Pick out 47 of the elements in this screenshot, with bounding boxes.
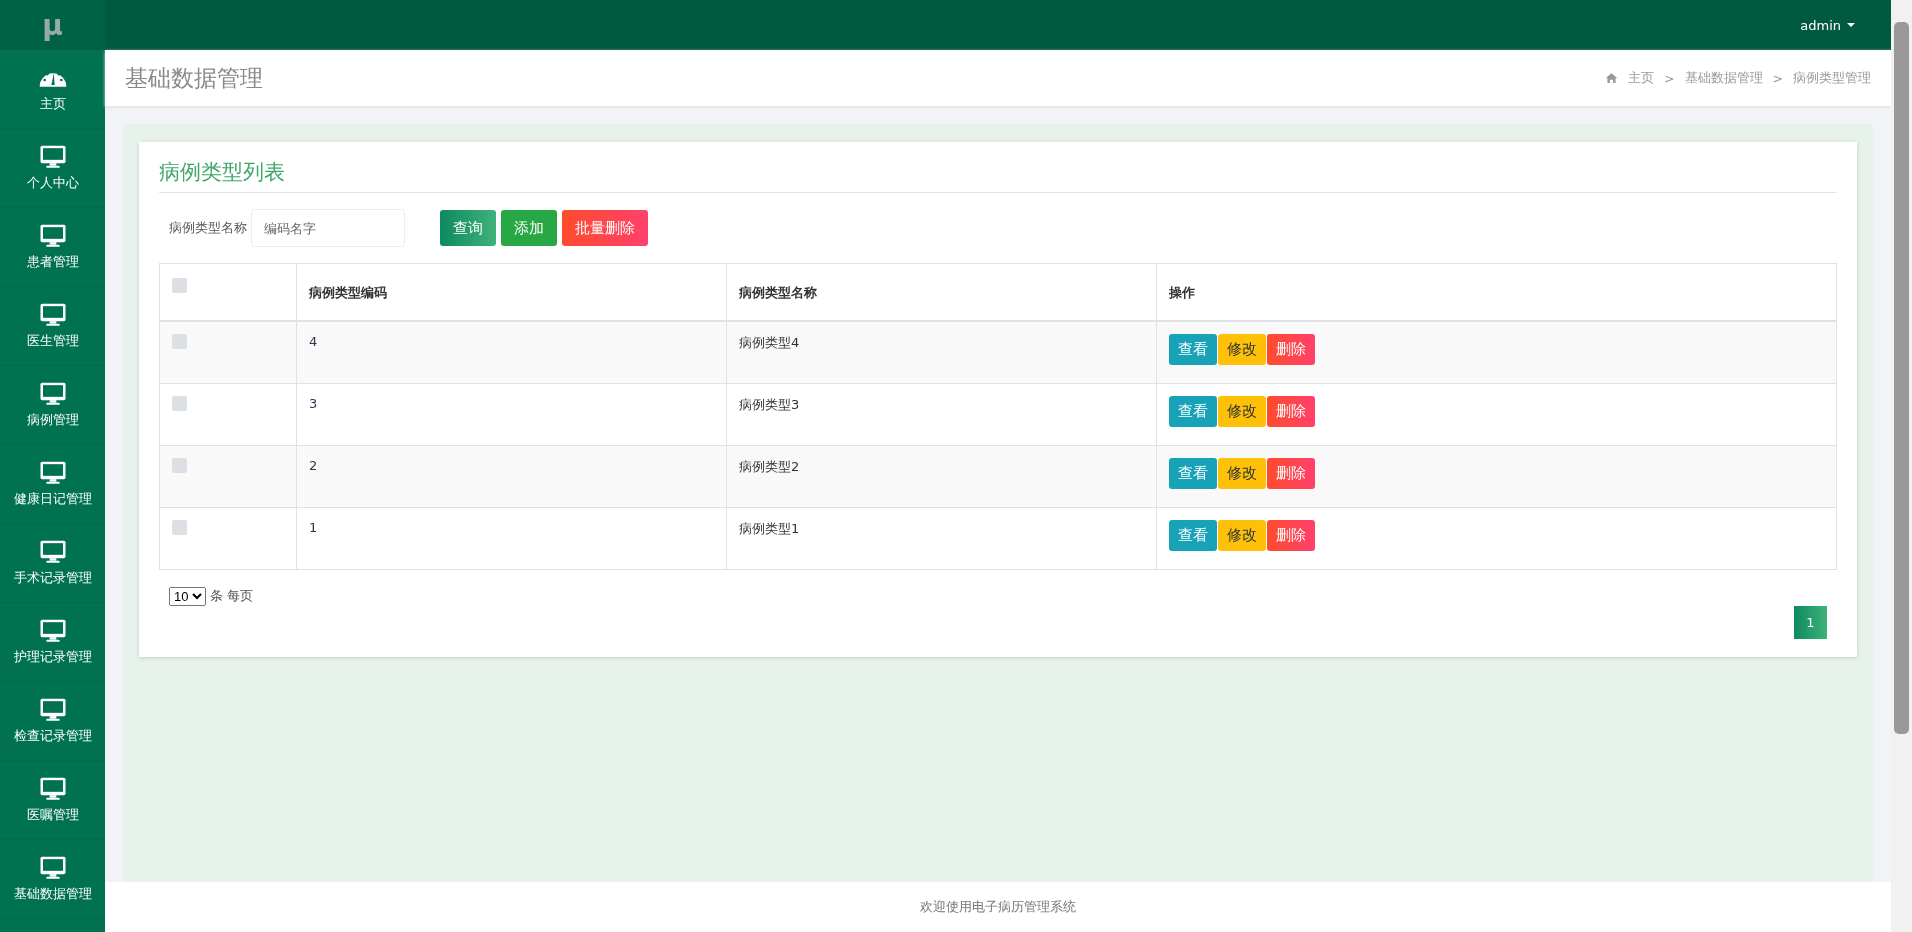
edit-button[interactable]: 修改 xyxy=(1218,520,1266,551)
table-cell: 病例类型3 xyxy=(726,383,1157,446)
breadcrumb-separator: > xyxy=(1772,70,1783,86)
footer-text: 欢迎使用电子病历管理系统 xyxy=(920,898,1076,916)
query-button[interactable]: 查询 xyxy=(440,210,496,246)
row-checkbox[interactable] xyxy=(172,520,187,535)
edit-button[interactable]: 修改 xyxy=(1218,458,1266,489)
breadcrumb-link[interactable]: 主页 xyxy=(1628,69,1655,87)
home-icon xyxy=(1605,72,1619,84)
scrollbar-thumb[interactable] xyxy=(1894,22,1909,734)
table-cell: 病例类型2 xyxy=(726,445,1157,508)
delete-button[interactable]: 删除 xyxy=(1267,458,1315,489)
delete-button[interactable]: 删除 xyxy=(1267,396,1315,427)
breadcrumb-separator: > xyxy=(1664,70,1675,86)
page-size-select[interactable]: 10 xyxy=(169,586,206,606)
view-button[interactable]: 查看 xyxy=(1169,458,1217,489)
caret-icon xyxy=(1847,23,1855,27)
table-cell: 4 xyxy=(296,321,727,384)
add-button[interactable]: 添加 xyxy=(501,210,557,246)
table-cell: 病例类型1 xyxy=(726,507,1157,570)
view-button[interactable]: 查看 xyxy=(1169,520,1217,551)
table-cell: 1 xyxy=(296,507,727,570)
scrollbar[interactable] xyxy=(1891,0,1912,932)
delete-button[interactable]: 删除 xyxy=(1267,334,1315,365)
view-button[interactable]: 查看 xyxy=(1169,396,1217,427)
page-size-label: 条 每页 xyxy=(210,587,254,605)
breadcrumb-link[interactable]: 病例类型管理 xyxy=(1793,69,1871,87)
table-cell: 病例类型4 xyxy=(726,321,1157,384)
edit-button[interactable]: 修改 xyxy=(1218,334,1266,365)
view-button[interactable]: 查看 xyxy=(1169,334,1217,365)
table-cell: 2 xyxy=(296,445,727,508)
breadcrumb-link[interactable]: 基础数据管理 xyxy=(1684,69,1763,87)
table-cell: 3 xyxy=(296,383,727,446)
search-field[interactable]: 编码名字 xyxy=(251,209,405,247)
row-checkbox[interactable] xyxy=(172,396,187,411)
select-all-checkbox[interactable] xyxy=(172,278,187,293)
row-checkbox[interactable] xyxy=(172,334,187,349)
page-title: 基础数据管理 xyxy=(125,63,263,93)
page-button[interactable]: 1 xyxy=(1794,606,1827,639)
search-label: 病例类型名称 xyxy=(169,219,247,237)
user-menu[interactable]: admin xyxy=(1794,16,1861,34)
edit-button[interactable]: 修改 xyxy=(1218,396,1266,427)
card-title: 病例类型列表 xyxy=(159,154,1837,193)
row-checkbox[interactable] xyxy=(172,458,187,473)
delete-button[interactable]: 删除 xyxy=(1267,520,1315,551)
bulk-delete-button[interactable]: 批量删除 xyxy=(562,210,648,246)
logo: μ xyxy=(0,0,105,50)
